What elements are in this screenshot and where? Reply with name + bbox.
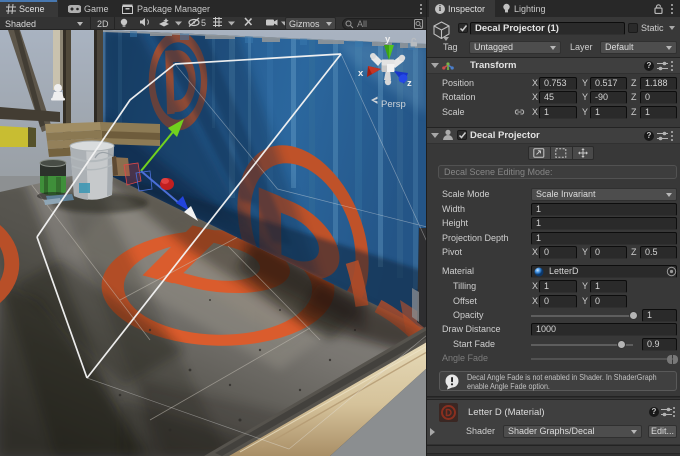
svg-text:x: x [358,68,364,79]
svg-text:y: y [385,34,391,45]
svg-text:5: 5 [201,18,206,28]
svg-text:Persp: Persp [381,99,406,110]
svg-text:z: z [407,78,412,89]
